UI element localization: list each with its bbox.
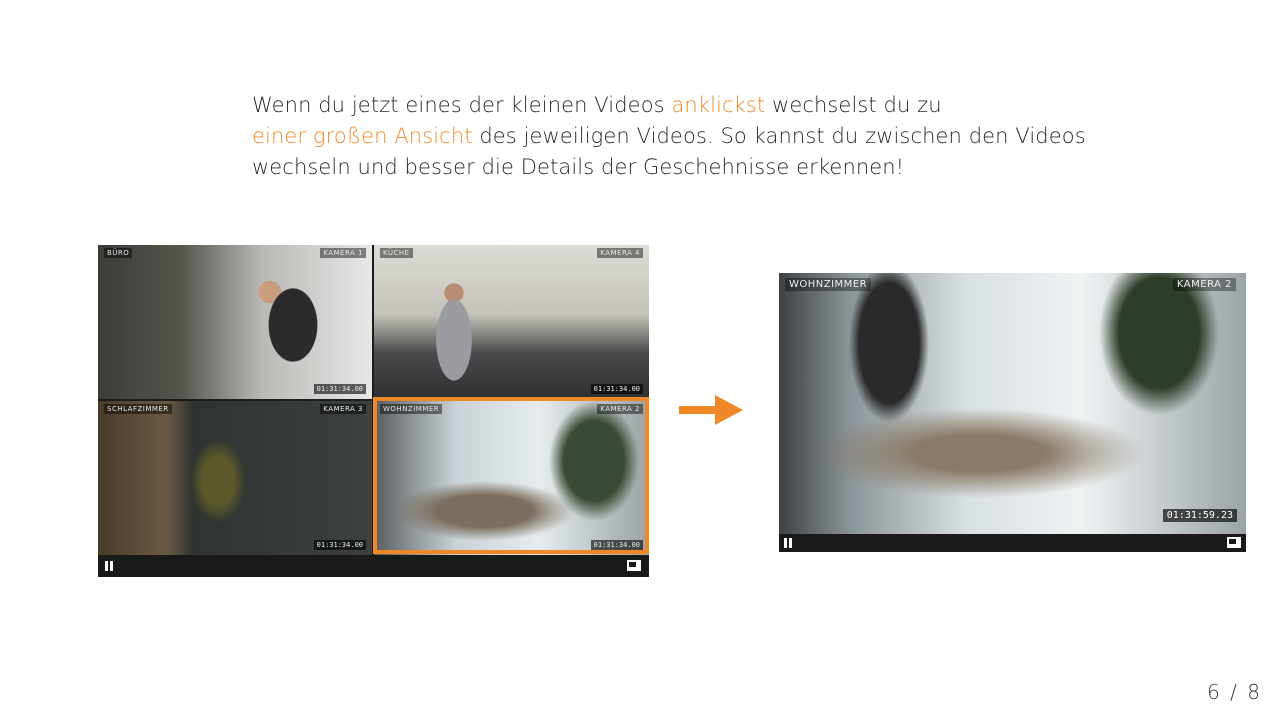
camera-timestamp: 01:31:34.00: [313, 540, 366, 550]
arrow-right-icon: [679, 395, 743, 425]
intro-text-part1: Wenn du jetzt eines der kleinen Videos: [252, 93, 672, 117]
camera-tile-buero[interactable]: BÜRO KAMERA 1 01:31:34.00: [98, 245, 372, 399]
page-number: 6 / 8: [1207, 680, 1262, 704]
pip-icon[interactable]: [627, 560, 641, 571]
camera-tile-schlafzimmer[interactable]: SCHLAFZIMMER KAMERA 3 01:31:34.00: [98, 401, 372, 555]
camera-number-label: KAMERA 2: [1172, 278, 1236, 291]
intro-text: Wenn du jetzt eines der kleinen Videos a…: [252, 90, 1152, 183]
camera-room-label: BÜRO: [104, 248, 133, 258]
camera-timestamp: 01:31:34.00: [313, 384, 366, 394]
intro-highlight-large-view: einer großen Ansicht: [252, 124, 473, 148]
grid-control-bar: [98, 555, 649, 577]
single-camera-video[interactable]: WOHNZIMMER KAMERA 2 01:31:59.23: [779, 273, 1246, 534]
camera-room-label: SCHLAFZIMMER: [104, 404, 172, 414]
camera-tile-wohnzimmer[interactable]: WOHNZIMMER KAMERA 2 01:31:34.00: [374, 401, 649, 555]
camera-tile-kueche[interactable]: KÜCHE KAMERA 4 01:31:34.00: [374, 245, 649, 399]
single-control-bar: [779, 534, 1246, 552]
camera-room-label: KÜCHE: [380, 248, 413, 258]
intro-text-part2: wechselst du zu: [765, 93, 942, 117]
camera-timestamp: 01:31:59.23: [1162, 509, 1237, 522]
pause-icon[interactable]: [105, 561, 114, 571]
camera-number-label: KAMERA 3: [320, 404, 366, 414]
pause-icon[interactable]: [784, 538, 793, 548]
camera-room-label: WOHNZIMMER: [380, 404, 443, 414]
intro-highlight-click: anklickst: [671, 93, 766, 117]
camera-number-label: KAMERA 1: [320, 248, 366, 258]
camera-number-label: KAMERA 4: [597, 248, 643, 258]
camera-room-label: WOHNZIMMER: [785, 278, 872, 291]
camera-grid-player: BÜRO KAMERA 1 01:31:34.00 KÜCHE KAMERA 4…: [98, 245, 649, 577]
camera-timestamp: 01:31:34.00: [590, 384, 643, 394]
camera-timestamp: 01:31:34.00: [590, 540, 643, 550]
pip-icon[interactable]: [1227, 537, 1241, 548]
camera-number-label: KAMERA 2: [597, 404, 643, 414]
single-camera-player: WOHNZIMMER KAMERA 2 01:31:59.23: [779, 273, 1246, 552]
